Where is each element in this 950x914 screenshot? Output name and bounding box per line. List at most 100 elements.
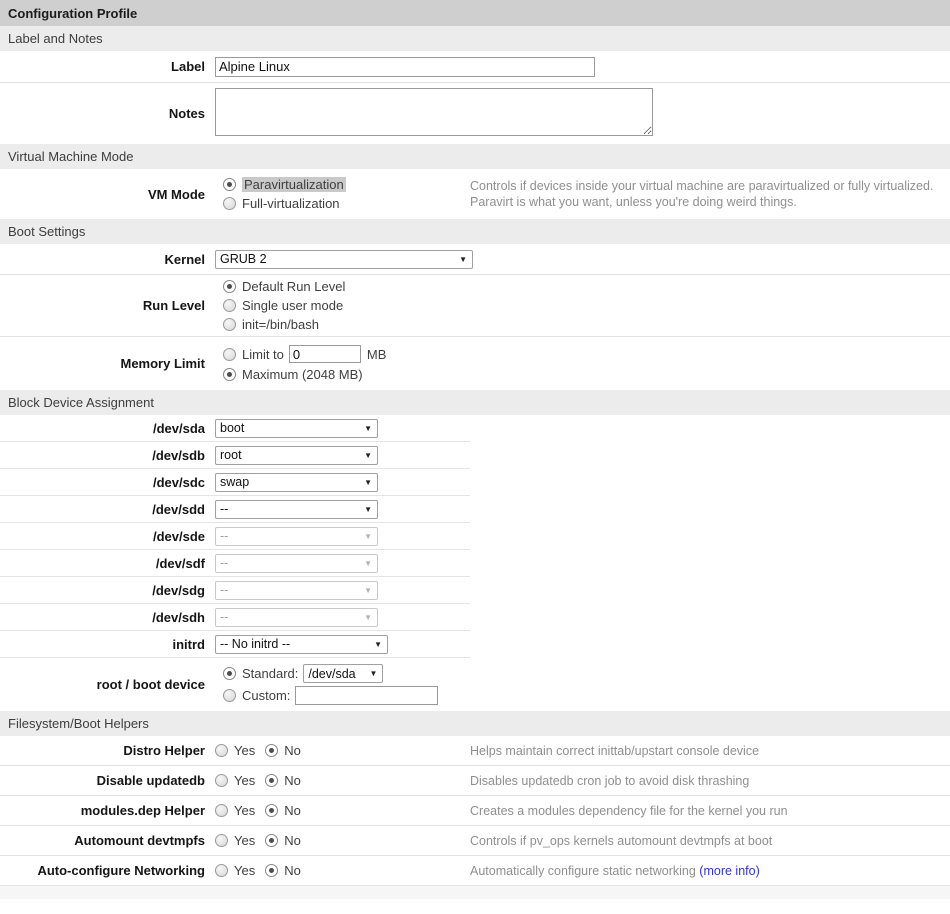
- chevron-down-icon: ▼: [358, 586, 372, 595]
- sdd-select[interactable]: -- ▼: [215, 500, 378, 519]
- block-device-row-sdc: /dev/sdc swap ▼: [0, 469, 470, 496]
- disable-updatedb-yes-radio[interactable]: [215, 774, 228, 787]
- page-title: Configuration Profile: [0, 0, 950, 26]
- chevron-down-icon: ▼: [453, 255, 467, 264]
- kernel-label: Kernel: [0, 252, 205, 267]
- vm-mode-row: VM Mode Paravirtualization Full-virtuali…: [0, 169, 950, 219]
- chevron-down-icon: ▼: [358, 559, 372, 568]
- configuration-profile-page: Configuration Profile Label and Notes La…: [0, 0, 950, 899]
- vm-mode-full-virtualization-radio[interactable]: [223, 197, 236, 210]
- root-device-custom-label: Custom:: [242, 688, 290, 703]
- bottom-strip: [0, 886, 950, 899]
- notes-row: Notes: [0, 83, 950, 144]
- auto-configure-networking-row: Auto-configure Networking Yes No Automat…: [0, 856, 950, 886]
- sdc-select[interactable]: swap ▼: [215, 473, 378, 492]
- section-header-label-and-notes: Label and Notes: [0, 26, 950, 51]
- label-field-label: Label: [0, 59, 205, 74]
- chevron-down-icon: ▼: [358, 532, 372, 541]
- auto-configure-networking-no-radio[interactable]: [265, 864, 278, 877]
- automount-devtmpfs-no-radio[interactable]: [265, 834, 278, 847]
- sdg-select: -- ▼: [215, 581, 378, 600]
- vm-mode-label: VM Mode: [0, 187, 205, 202]
- initrd-select[interactable]: -- No initrd -- ▼: [215, 635, 388, 654]
- chevron-down-icon: ▼: [358, 478, 372, 487]
- modules-dep-help-text: Creates a modules dependency file for th…: [470, 803, 788, 819]
- distro-helper-no-radio[interactable]: [265, 744, 278, 757]
- run-level-single-user-radio[interactable]: [223, 299, 236, 312]
- modules-dep-no-radio[interactable]: [265, 804, 278, 817]
- chevron-down-icon: ▼: [368, 640, 382, 649]
- more-info-link[interactable]: (more info): [699, 864, 759, 878]
- block-device-table: /dev/sda boot ▼ /dev/sdb root ▼ /dev/sdc: [0, 415, 470, 711]
- kernel-row: Kernel GRUB 2 ▼: [0, 244, 950, 275]
- sdb-select[interactable]: root ▼: [215, 446, 378, 465]
- disable-updatedb-no-radio[interactable]: [265, 774, 278, 787]
- memory-maximum-radio[interactable]: [223, 368, 236, 381]
- memory-limit-input[interactable]: [289, 345, 361, 363]
- block-device-row-sda: /dev/sda boot ▼: [0, 415, 470, 442]
- sdf-label: /dev/sdf: [0, 556, 205, 571]
- block-device-row-sde: /dev/sde -- ▼: [0, 523, 470, 550]
- notes-field-label: Notes: [0, 106, 205, 121]
- sdg-label: /dev/sdg: [0, 583, 205, 598]
- block-device-row-sdd: /dev/sdd -- ▼: [0, 496, 470, 523]
- distro-helper-row: Distro Helper Yes No Helps maintain corr…: [0, 736, 950, 766]
- sdb-label: /dev/sdb: [0, 448, 205, 463]
- chevron-down-icon: ▼: [358, 451, 372, 460]
- sde-label: /dev/sde: [0, 529, 205, 544]
- section-header-helpers: Filesystem/Boot Helpers: [0, 711, 950, 736]
- sdc-label: /dev/sdc: [0, 475, 205, 490]
- automount-devtmpfs-label: Automount devtmpfs: [0, 833, 205, 848]
- run-level-default-label: Default Run Level: [242, 279, 345, 294]
- sdh-select: -- ▼: [215, 608, 378, 627]
- disable-updatedb-label: Disable updatedb: [0, 773, 205, 788]
- memory-maximum-label: Maximum (2048 MB): [242, 367, 363, 382]
- section-header-block-devices: Block Device Assignment: [0, 390, 950, 415]
- memory-limit-row: Memory Limit Limit to MB Maximum (2048 M…: [0, 337, 950, 390]
- modules-dep-yes-radio[interactable]: [215, 804, 228, 817]
- root-device-custom-radio[interactable]: [223, 689, 236, 702]
- sdh-label: /dev/sdh: [0, 610, 205, 625]
- auto-configure-networking-yes-radio[interactable]: [215, 864, 228, 877]
- vm-mode-paravirtualization-radio[interactable]: [223, 178, 236, 191]
- modules-dep-helper-label: modules.dep Helper: [0, 803, 205, 818]
- notes-textarea[interactable]: [215, 88, 653, 136]
- distro-helper-yes-radio[interactable]: [215, 744, 228, 757]
- root-device-standard-select[interactable]: /dev/sda ▼: [303, 664, 383, 683]
- automount-devtmpfs-yes-radio[interactable]: [215, 834, 228, 847]
- root-device-standard-radio[interactable]: [223, 667, 236, 680]
- root-device-custom-input[interactable]: [295, 686, 438, 705]
- run-level-init-bash-radio[interactable]: [223, 318, 236, 331]
- root-device-standard-label: Standard:: [242, 666, 298, 681]
- auto-configure-networking-label: Auto-configure Networking: [0, 863, 205, 878]
- chevron-down-icon: ▼: [358, 424, 372, 433]
- memory-limit-label: Memory Limit: [0, 356, 205, 371]
- automount-devtmpfs-row: Automount devtmpfs Yes No Controls if pv…: [0, 826, 950, 856]
- vm-mode-full-virtualization-label: Full-virtualization: [242, 196, 340, 211]
- sda-select[interactable]: boot ▼: [215, 419, 378, 438]
- block-device-row-sdg: /dev/sdg -- ▼: [0, 577, 470, 604]
- automount-devtmpfs-help-text: Controls if pv_ops kernels automount dev…: [470, 833, 772, 849]
- vm-mode-help-text: Controls if devices inside your virtual …: [470, 178, 933, 210]
- memory-limit-to-radio[interactable]: [223, 348, 236, 361]
- root-boot-device-label: root / boot device: [0, 677, 205, 692]
- section-header-vm-mode: Virtual Machine Mode: [0, 144, 950, 169]
- sde-select: -- ▼: [215, 527, 378, 546]
- vm-mode-paravirtualization-label: Paravirtualization: [242, 177, 346, 192]
- kernel-select[interactable]: GRUB 2 ▼: [215, 250, 473, 269]
- run-level-single-user-label: Single user mode: [242, 298, 343, 313]
- label-input[interactable]: [215, 57, 595, 77]
- block-device-row-sdh: /dev/sdh -- ▼: [0, 604, 470, 631]
- disable-updatedb-row: Disable updatedb Yes No Disables updated…: [0, 766, 950, 796]
- chevron-down-icon: ▼: [358, 613, 372, 622]
- run-level-label: Run Level: [0, 298, 205, 313]
- chevron-down-icon: ▼: [363, 669, 377, 678]
- run-level-default-radio[interactable]: [223, 280, 236, 293]
- initrd-label: initrd: [0, 637, 205, 652]
- sdf-select: -- ▼: [215, 554, 378, 573]
- sdd-label: /dev/sdd: [0, 502, 205, 517]
- run-level-row: Run Level Default Run Level Single user …: [0, 275, 950, 337]
- modules-dep-helper-row: modules.dep Helper Yes No Creates a modu…: [0, 796, 950, 826]
- label-row: Label: [0, 51, 950, 83]
- block-device-row-sdf: /dev/sdf -- ▼: [0, 550, 470, 577]
